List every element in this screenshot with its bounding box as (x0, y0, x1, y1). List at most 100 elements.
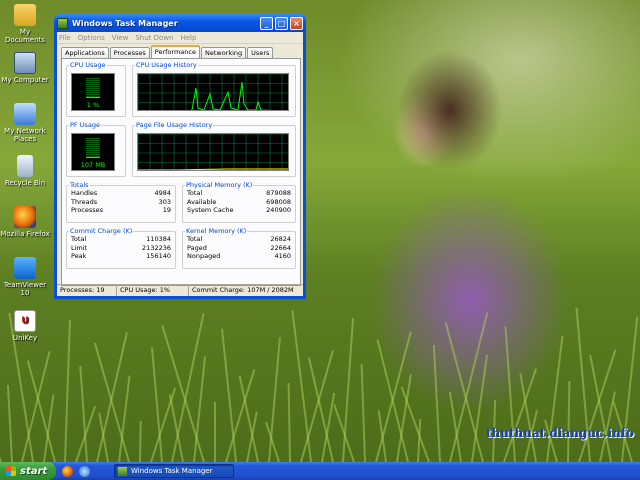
window-client: File Options View Shut Down Help Applica… (57, 32, 303, 296)
network-icon (14, 103, 36, 125)
menu-options[interactable]: Options (78, 34, 105, 42)
stat-row-handles: Handles 4984 (71, 189, 171, 198)
stat-row-pm-cache: System Cache 240900 (187, 206, 291, 215)
menu-shut-down[interactable]: Shut Down (135, 34, 173, 42)
kernel-memory-group: Kernel Memory (K) Total 26824 Paged 22664 … (182, 227, 296, 269)
stat-label: Total (71, 235, 87, 243)
tab-applications[interactable]: Applications (61, 47, 109, 58)
stat-label: Total (187, 189, 203, 197)
taskbar: start Windows Task Manager (0, 462, 640, 480)
teamviewer-icon (14, 257, 36, 279)
stat-value: 2132236 (142, 243, 171, 252)
stat-label: Paged (187, 243, 207, 252)
pf-usage-value: 107 MB (80, 161, 106, 169)
close-button[interactable]: × (290, 16, 303, 30)
desktop-icon-unikey[interactable]: U UniKey (0, 310, 50, 342)
cpu-usage-legend: CPU Usage (70, 61, 106, 69)
taskbar-item-label: Windows Task Manager (131, 467, 213, 475)
stat-label: Nonpaged (187, 252, 221, 260)
cpu-history-line (189, 81, 276, 110)
commit-charge-group: Commit Charge (K) Total 110384 Limit 21322… (66, 227, 176, 269)
menu-file[interactable]: File (59, 34, 71, 42)
task-manager-icon (57, 17, 68, 29)
desktop-icon-teamviewer[interactable]: TeamViewer 10 (0, 257, 50, 297)
stat-value: 4160 (274, 252, 291, 260)
stat-row-km-nonpaged: Nonpaged 4160 (187, 252, 291, 261)
grass-blade (620, 316, 638, 462)
stat-value: 22664 (270, 243, 291, 252)
desktop-icon-recycle-bin[interactable]: Recycle Bin (0, 155, 50, 187)
menu-help[interactable]: Help (180, 34, 196, 42)
folder-documents-icon (14, 4, 36, 26)
commit-charge-legend: Commit Charge (K) (70, 227, 133, 235)
desktop-icon-label: UniKey (12, 334, 38, 342)
recycle-bin-icon (17, 155, 33, 177)
computer-icon (14, 52, 36, 74)
stat-label: Threads (71, 197, 98, 206)
firefox-icon[interactable] (62, 465, 73, 477)
grass-blade (0, 424, 2, 462)
maximize-button[interactable]: □ (275, 16, 288, 30)
stat-label: Total (187, 235, 203, 243)
grass-blade (342, 318, 355, 462)
desktop-icon-label: Recycle Bin (4, 179, 46, 187)
stat-value: 879088 (266, 189, 291, 197)
desktop-icon-label: My Documents (5, 28, 45, 44)
tab-users[interactable]: Users (247, 47, 274, 58)
stat-label: Available (187, 197, 217, 206)
cpu-history-legend: CPU Usage History (136, 61, 197, 69)
stat-value: 156140 (146, 252, 171, 260)
tab-processes[interactable]: Processes (109, 47, 150, 58)
tab-performance[interactable]: Performance (150, 45, 200, 58)
stat-value: 26824 (270, 235, 291, 243)
stat-value: 303 (158, 197, 171, 206)
desktop-icon-network[interactable]: My Network Places (0, 103, 50, 143)
firefox-icon (14, 206, 36, 228)
desktop-icon-my-computer[interactable]: My Computer (0, 52, 50, 84)
title-bar[interactable]: Windows Task Manager _ □ × (54, 14, 306, 32)
taskbar-item-task-manager[interactable]: Windows Task Manager (114, 464, 234, 478)
desktop-icon-firefox[interactable]: Mozilla Firefox (0, 206, 50, 238)
menu-view[interactable]: View (112, 34, 129, 42)
physical-memory-group: Physical Memory (K) Total 879088 Availabl… (182, 181, 296, 223)
stat-row-processes: Processes 19 (71, 206, 171, 215)
tab-networking[interactable]: Networking (200, 47, 247, 58)
stat-label: System Cache (187, 206, 234, 214)
pf-history-line (138, 168, 288, 170)
cpu-history-graph (137, 73, 289, 111)
cpu-history-group: CPU Usage History (132, 61, 296, 117)
desktop-icon-my-documents[interactable]: My Documents (0, 4, 50, 44)
grass-blade (6, 385, 13, 462)
grass-blade (432, 345, 441, 462)
start-button[interactable]: start (0, 462, 56, 480)
stat-row-cc-total: Total 110384 (71, 235, 171, 244)
stat-label: Peak (71, 252, 87, 260)
status-cpu-usage: CPU Usage: 1% (117, 285, 189, 296)
cpu-usage-meter: 1 % (71, 73, 115, 111)
ie-icon[interactable] (79, 465, 90, 477)
cpu-usage-value: 1 % (86, 101, 100, 109)
grass-blade (214, 402, 216, 462)
grass-blade (64, 320, 72, 462)
grass-blade (139, 420, 142, 462)
pf-history-graph (137, 133, 289, 171)
stat-label: Limit (71, 243, 88, 252)
pf-usage-group: PF Usage 107 MB (66, 121, 126, 177)
windows-logo-icon (6, 466, 16, 476)
physical-memory-legend: Physical Memory (K) (186, 181, 253, 189)
stat-value: 4984 (154, 189, 171, 197)
stat-label: Processes (71, 206, 104, 214)
stat-row-pm-total: Total 879088 (187, 189, 291, 198)
stat-value: 110384 (146, 235, 171, 243)
window-title: Windows Task Manager (72, 18, 178, 28)
grass-blade (287, 382, 291, 462)
pf-history-group: Page File Usage History (132, 121, 296, 177)
stat-value: 240900 (266, 206, 291, 214)
status-commit-charge: Commit Charge: 107M / 2082M (192, 286, 294, 294)
totals-legend: Totals (70, 181, 89, 189)
pf-usage-legend: PF Usage (70, 121, 100, 129)
minimize-button[interactable]: _ (260, 16, 273, 30)
grass-blade (545, 335, 564, 462)
pf-usage-meter: 107 MB (71, 133, 115, 171)
start-label: start (20, 465, 48, 477)
